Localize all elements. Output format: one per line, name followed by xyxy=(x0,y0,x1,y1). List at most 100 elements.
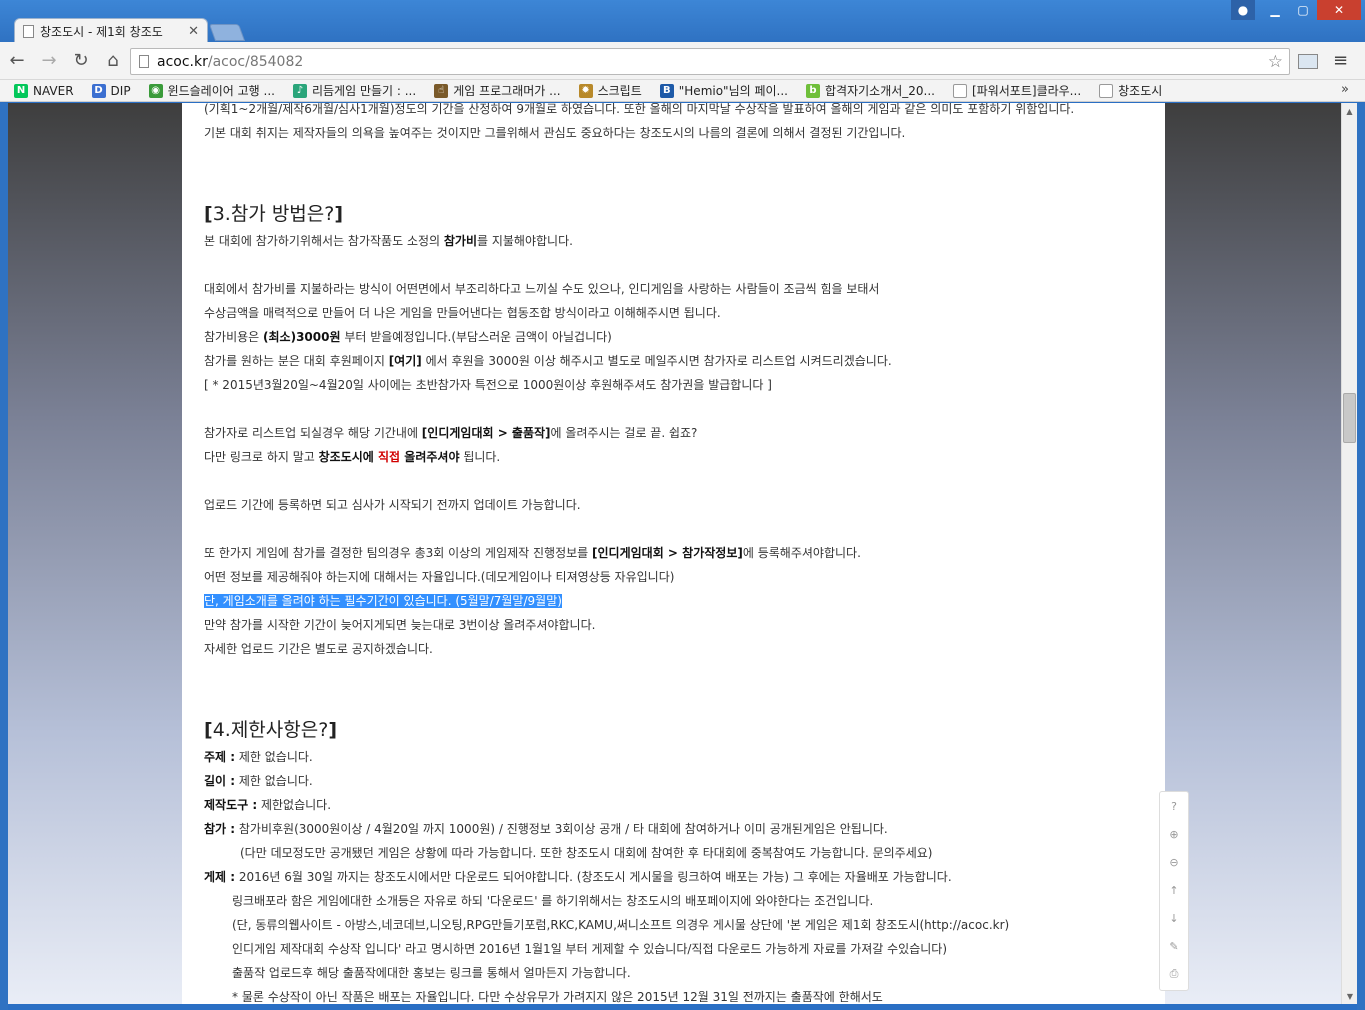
help-icon[interactable]: ? xyxy=(1160,792,1188,820)
text-line: 자세한 업로드 기간은 별도로 공지하겠습니다. xyxy=(204,642,433,656)
rhythm-icon: ♪ xyxy=(292,83,307,98)
browser-tab[interactable]: 창조도시 - 제1회 창조도 ✕ xyxy=(14,18,208,44)
scroll-up-arrow-icon[interactable]: ▲ xyxy=(1342,103,1357,119)
new-tab-button[interactable] xyxy=(208,24,246,41)
bookmark-label: 게임 프로그래머가 ... xyxy=(453,84,561,98)
zoom-in-icon[interactable]: ⊕ xyxy=(1160,820,1188,848)
bookmarks-bar: N NAVER D DIP ◉ 윈드슬레이어 고행 ... ♪ 리듬게임 만들기 : ... ☝… xyxy=(0,80,1365,102)
tab-title: 창조도시 - 제1회 창조도 xyxy=(40,25,163,39)
home-icon[interactable]: ⌂ xyxy=(98,46,128,76)
text-line: 만약 참가를 시작한 기간이 늦어지게되면 늦는대로 3번이상 올려주셔야합니다… xyxy=(204,618,596,632)
scroll-down-icon[interactable]: ↓ xyxy=(1160,904,1188,932)
forward-icon[interactable]: → xyxy=(34,46,64,76)
browser-toolbar: ← → ↻ ⌂ acoc.kr/acoc/854082 ☆ ≡ xyxy=(0,42,1365,80)
rule-line: 게제 : 2016년 6월 30일 까지는 창조도시에서만 다운로드 되어야합니… xyxy=(204,870,952,884)
star-icon[interactable]: ☆ xyxy=(1268,52,1283,72)
text-line: 참가를 원하는 분은 대회 후원페이지 [여기] 에서 후원을 3000원 이상… xyxy=(204,354,892,368)
article-body: (기획1~2개월/제작6개월/심사1개월)정도의 기간을 산정하여 9개월로 하… xyxy=(204,103,1154,1004)
rule-line: 출품작 업로드후 해당 출품작에대한 홍보는 링크를 통해서 얼마든지 가능합니… xyxy=(232,966,631,980)
bookmark-item[interactable]: D DIP xyxy=(91,83,131,98)
bookmark-label: DIP xyxy=(110,83,131,98)
page-viewport: (기획1~2개월/제작6개월/심사1개월)정도의 기간을 산정하여 9개월로 하… xyxy=(8,103,1341,1004)
user-icon[interactable]: ● xyxy=(1231,0,1255,20)
comment-icon[interactable]: ✎ xyxy=(1160,932,1188,960)
sponsor-link[interactable]: [여기] xyxy=(389,354,422,368)
bgm-store-icon: B xyxy=(659,83,674,98)
selected-text-line[interactable]: 단, 게임소개를 올려야 하는 필수기간이 있습니다. (5월말/7월말/9월말… xyxy=(204,589,1154,613)
text-line: 어떤 정보를 제공해줘야 하는지에 대해서는 자율입니다.(데모게임이나 티져영… xyxy=(204,570,675,584)
bookmark-item[interactable]: [파워서포트]클라우... xyxy=(953,82,1081,99)
back-icon[interactable]: ← xyxy=(2,46,32,76)
bookmark-item[interactable]: ✹ 스크립트 xyxy=(578,82,642,99)
naver-icon: N xyxy=(14,83,28,98)
bookmark-label: 스크립트 xyxy=(597,84,642,98)
page-icon xyxy=(953,83,967,98)
bookmark-item[interactable]: B "Hemio"님의 페이... xyxy=(659,82,788,99)
section-heading: [3.참가 방법은?] xyxy=(204,203,344,225)
bookmark-label: "Hemio"님의 페이... xyxy=(678,84,788,98)
page-icon xyxy=(23,25,34,38)
rule-line: 제작도구 : 제한없습니다. xyxy=(204,798,332,812)
scrollbar-thumb[interactable] xyxy=(1343,393,1356,443)
rule-line: * 물론 수상작이 아닌 작품은 배포는 자율입니다. 다만 수상유무가 가려지… xyxy=(232,990,883,1004)
floating-toolbar: ? ⊕ ⊖ ↑ ↓ ✎ ⎙ xyxy=(1159,791,1189,991)
window-frame-right xyxy=(1357,103,1365,1010)
text-line: 또 한가지 게임에 참가를 결정한 팀의경우 총3회 이상의 게임제작 진행정보… xyxy=(204,546,861,560)
maximize-button[interactable]: ▢ xyxy=(1289,0,1317,20)
rule-line: 인디게임 제작대회 수상작 입니다' 라고 명시하면 2016년 1월1일 부터… xyxy=(232,942,948,956)
bookmark-label: NAVER xyxy=(33,83,74,98)
menu-icon[interactable]: ≡ xyxy=(1333,50,1348,71)
text-line: 참가비용은 (최소)3000원 부터 받을예정입니다.(부담스러운 금액이 아닐… xyxy=(204,330,612,344)
rule-line: 참가 : 참가비후원(3000원이상 / 4월20일 까지 1000원) / 진… xyxy=(204,822,888,836)
rule-line: 링크배포라 함은 게임에대한 소개등은 자유로 하되 '다운로드' 를 하기위해… xyxy=(232,894,874,908)
game-icon: ◉ xyxy=(148,83,163,98)
rule-line: (단, 동류의웹사이트 - 아방스,네코데브,니오팅,RPG만들기포럼,RKC,… xyxy=(232,918,1010,932)
text-line: 다만 링크로 하지 말고 창조도시에 직접 올려주셔야 됩니다. xyxy=(204,450,501,464)
gear-icon: ✹ xyxy=(578,83,593,98)
rule-line: 주제 : 제한 없습니다. xyxy=(204,750,313,764)
bookmark-label: 윈드슬레이어 고행 ... xyxy=(167,84,275,98)
article-container: (기획1~2개월/제작6개월/심사1개월)정도의 기간을 산정하여 9개월로 하… xyxy=(182,103,1165,1004)
window-frame-left xyxy=(0,103,8,1010)
address-bar[interactable]: acoc.kr/acoc/854082 ☆ xyxy=(130,48,1290,75)
reload-icon[interactable]: ↻ xyxy=(66,46,96,76)
text-line: 기본 대회 취지는 제작자들의 의욕을 높여주는 것이지만 그를위해서 관심도 … xyxy=(204,126,906,140)
text-line: 본 대회에 참가하기위해서는 참가작품도 소정의 참가비를 지불해야합니다. xyxy=(204,234,573,248)
bookmark-label: 합격자기소개서_20... xyxy=(825,84,935,98)
text-line: [ * 2015년3월20일~4월20일 사이에는 초반참가자 특전으로 100… xyxy=(204,378,772,392)
vertical-scrollbar[interactable]: ▲ ▼ xyxy=(1341,103,1357,1004)
bookmark-item[interactable]: N NAVER xyxy=(14,83,74,98)
rule-line: (다만 데모정도만 공개됐던 게임은 상황에 따라 가능합니다. 또한 창조도시… xyxy=(240,846,933,860)
close-icon[interactable]: ✕ xyxy=(188,24,199,39)
extension-icon[interactable] xyxy=(1298,54,1318,69)
bookmark-item[interactable]: b 합격자기소개서_20... xyxy=(806,82,935,99)
text-line: 수상금액을 매력적으로 만들어 더 나은 게임을 만들어낸다는 협동조합 방식이… xyxy=(204,306,721,320)
chevron-right-icon[interactable]: » xyxy=(1341,82,1349,97)
section-heading: [4.제한사항은?] xyxy=(204,719,337,741)
scroll-down-arrow-icon[interactable]: ▼ xyxy=(1342,988,1358,1004)
address-host: acoc.kr xyxy=(157,53,208,70)
zoom-out-icon[interactable]: ⊖ xyxy=(1160,848,1188,876)
bookmark-item[interactable]: 창조도시 xyxy=(1099,82,1162,99)
page-icon xyxy=(139,55,149,68)
bookmark-item[interactable]: ☝ 게임 프로그래머가 ... xyxy=(434,82,561,99)
bookmark-label: 창조도시 xyxy=(1118,84,1163,98)
text-line: 업로드 기간에 등록하면 되고 심사가 시작되기 전까지 업데이트 가능합니다. xyxy=(204,498,581,512)
rule-line: 길이 : 제한 없습니다. xyxy=(204,774,313,788)
hand-icon: ☝ xyxy=(434,83,449,98)
print-icon[interactable]: ⎙ xyxy=(1160,960,1188,988)
text-line: 참가자로 리스트업 되실경우 해당 기간내에 [인디게임대회 > 출품작]에 올… xyxy=(204,426,698,440)
address-path: /acoc/854082 xyxy=(207,53,304,70)
bookmark-label: 리듬게임 만들기 : ... xyxy=(311,84,417,98)
text-line: 대회에서 참가비를 지불하라는 방식이 어떤면에서 부조리하다고 느끼실 수도 … xyxy=(204,282,880,296)
blog-icon: b xyxy=(806,83,820,98)
bookmark-label: [파워서포트]클라우... xyxy=(972,84,1082,98)
window-titlebar: 창조도시 - 제1회 창조도 ✕ ● ▁ ▢ ✕ xyxy=(0,0,1365,44)
bookmark-item[interactable]: ◉ 윈드슬레이어 고행 ... xyxy=(148,82,275,99)
page-icon xyxy=(1099,83,1114,98)
bookmark-item[interactable]: ♪ 리듬게임 만들기 : ... xyxy=(292,82,417,99)
minimize-button[interactable]: ▁ xyxy=(1261,0,1289,20)
window-close-button[interactable]: ✕ xyxy=(1317,0,1361,20)
scroll-up-icon[interactable]: ↑ xyxy=(1160,876,1188,904)
dip-icon: D xyxy=(91,83,106,98)
